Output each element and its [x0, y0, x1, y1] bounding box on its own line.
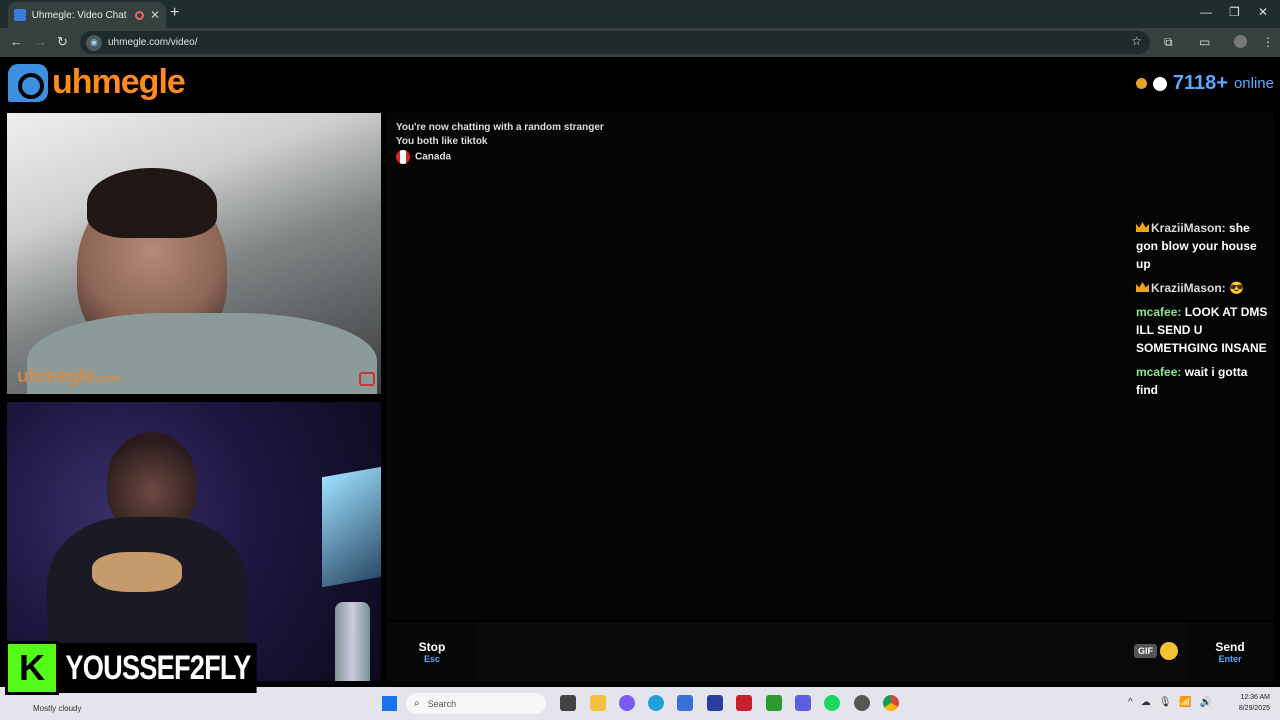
url-bar[interactable]: ◉ uhmegle.com/video/ ☆ [80, 31, 1150, 54]
stop-label: Stop [418, 640, 446, 654]
discord-icon[interactable] [795, 695, 811, 711]
back-icon[interactable]: ← [10, 34, 23, 49]
water-bottle [335, 602, 370, 681]
send-label: Send [1215, 640, 1245, 654]
uhmegle-favicon-icon [14, 9, 26, 21]
store-icon[interactable] [677, 695, 693, 711]
kick-logo-icon: K [5, 641, 59, 695]
cast-icon[interactable]: ▭ [1199, 35, 1210, 49]
clock[interactable]: 12:36 AM 8/29/2025 [1239, 692, 1270, 714]
send-key-hint: Enter [1218, 654, 1242, 664]
country-name: Canada [415, 151, 452, 163]
system-message: You both like tiktok [396, 136, 488, 147]
watermark-main: uhmegle [17, 366, 96, 387]
stranger-hair [87, 168, 217, 238]
recording-icon [135, 10, 144, 20]
send-button[interactable]: Send Enter [1186, 622, 1274, 682]
search-icon: ⌕ [414, 698, 420, 709]
uhmegle-watermark: uhmegle.com [17, 366, 121, 388]
bookmark-star-icon[interactable]: ☆ [1131, 34, 1142, 48]
chat-nick: KraziiMason: [1151, 221, 1226, 235]
chrome-icon[interactable] [883, 695, 899, 711]
tab-title: Uhmegle: Video Chat | Om [31, 9, 129, 21]
clock-date: 8/29/2025 [1238, 705, 1270, 712]
gif-button[interactable]: GIF [1134, 644, 1157, 658]
crown-icon [1136, 282, 1149, 292]
chat-message: mcafee: wait i gotta find [1136, 363, 1271, 399]
status-dot-icon [1135, 78, 1147, 89]
site-logo[interactable]: uhmegle [8, 63, 186, 102]
clock-time: 12:36 AM [1240, 694, 1270, 701]
streamer-overlay: K YOUSSEF2FLY [5, 641, 306, 695]
report-icon[interactable] [359, 372, 375, 386]
online-counter: 7118+ online [1135, 72, 1274, 95]
watermark-tld: .com [95, 373, 121, 385]
streamer-username: YOUSSEF2FLY [59, 643, 257, 693]
address-bar-row: ← → ↻ ◉ uhmegle.com/video/ ☆ ⧉ ▭ ⋮ [0, 28, 1280, 57]
mcafee-icon[interactable] [736, 695, 752, 711]
emoji-picker-icon[interactable] [1160, 642, 1178, 660]
task-view-icon[interactable] [560, 695, 576, 711]
self-hands-phone [92, 552, 182, 592]
search-placeholder: Search [427, 698, 457, 709]
background-sign [322, 466, 381, 588]
system-message: You're now chatting with a random strang… [396, 122, 604, 133]
weather-text[interactable]: Mostly cloudy [33, 704, 81, 713]
chat-message: KraziiMason: 😎 [1136, 279, 1271, 297]
extensions-icon[interactable]: ⧉ [1164, 35, 1173, 50]
browser-tab-bar: Uhmegle: Video Chat | Om ✕ + — ❐ ✕ [0, 0, 1280, 28]
close-tab-icon[interactable]: ✕ [150, 8, 160, 22]
forward-icon[interactable]: → [34, 34, 47, 49]
url-text: uhmegle.com/video/ [108, 37, 198, 48]
system-tray-icons[interactable]: ^☁🎙📶🔊 [1128, 697, 1220, 708]
menu-icon[interactable]: ⋮ [1262, 35, 1274, 49]
chat-panel: You're now chatting with a random strang… [386, 113, 1274, 619]
chat-message-input[interactable] [481, 622, 1181, 682]
stop-button[interactable]: Stop Esc [386, 622, 478, 682]
file-explorer-icon[interactable] [590, 695, 606, 711]
tab-uhmegle[interactable]: Uhmegle: Video Chat | Om ✕ [8, 2, 166, 28]
online-label: online [1233, 75, 1274, 92]
minimize-icon[interactable]: — [1200, 5, 1212, 19]
chat-emoji: 😎 [1229, 281, 1244, 295]
copilot-icon[interactable] [619, 695, 635, 711]
maximize-icon[interactable]: ❐ [1229, 5, 1240, 19]
logo-text: uhmegle [52, 63, 186, 101]
chat-controls: Stop Esc GIF Send Enter [386, 622, 1274, 682]
overlay-chat-messages: KraziiMason: she gon blow your house up … [1136, 219, 1271, 405]
self-video [7, 402, 381, 681]
crown-icon [1136, 222, 1149, 232]
online-count: 7118+ [1172, 72, 1228, 94]
chat-nick: mcafee: [1136, 365, 1182, 379]
taskbar-search[interactable]: ⌕ Search [406, 693, 546, 714]
logo-mark-icon [8, 63, 48, 102]
edge-icon[interactable] [648, 695, 664, 711]
xbox-icon[interactable] [766, 695, 782, 711]
chat-message: KraziiMason: she gon blow your house up [1136, 219, 1271, 273]
new-tab-icon[interactable]: + [170, 4, 179, 22]
chat-message: mcafee: LOOK AT DMS ILL SEND U SOMETHGIN… [1136, 303, 1271, 357]
country-line: Canada [396, 150, 451, 164]
canada-flag-icon [396, 150, 410, 164]
spotify-icon[interactable] [824, 695, 840, 711]
profile-avatar[interactable] [1234, 35, 1247, 48]
stranger-video: uhmegle.com [7, 113, 381, 394]
l-app-icon[interactable] [707, 695, 723, 711]
chat-nick: mcafee: [1136, 305, 1182, 319]
stop-key-hint: Esc [423, 654, 440, 664]
close-window-icon[interactable]: ✕ [1258, 5, 1268, 19]
site-info-icon[interactable]: ◉ [86, 34, 102, 51]
obs-icon[interactable] [854, 695, 870, 711]
start-windows-icon[interactable] [382, 696, 397, 711]
chat-nick: KraziiMason: [1151, 281, 1226, 295]
theme-toggle-icon[interactable] [1152, 76, 1167, 91]
uhmegle-page: uhmegle 7118+ online uhmegle.com You're … [0, 57, 1280, 687]
reload-icon[interactable]: ↻ [57, 34, 68, 50]
